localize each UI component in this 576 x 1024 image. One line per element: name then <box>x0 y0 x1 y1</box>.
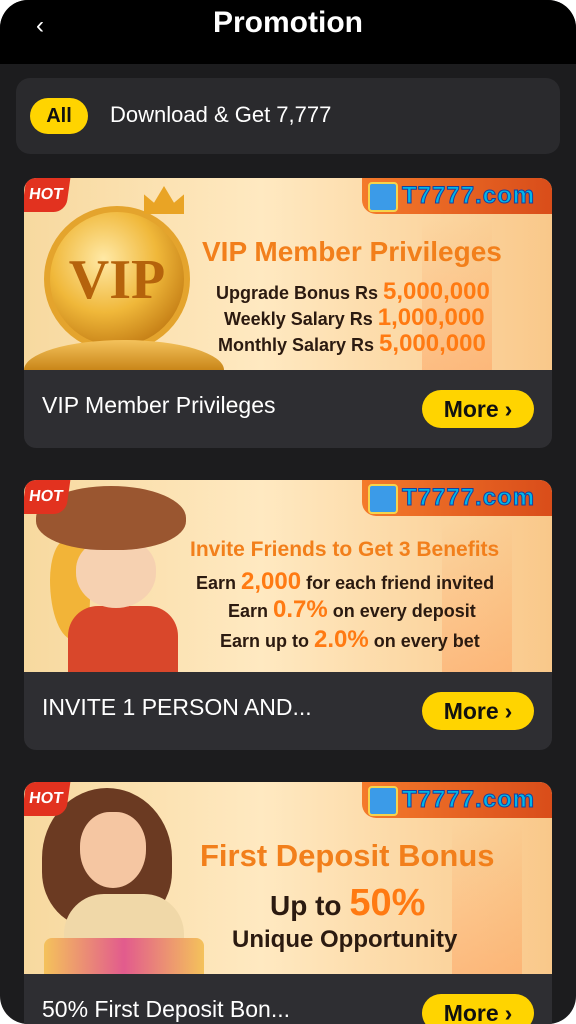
banner-line-2: Unique Opportunity <box>232 926 458 953</box>
promo-title: 50% First Deposit Bon... <box>42 996 290 1022</box>
promo-title: VIP Member Privileges <box>42 392 276 418</box>
gift-icon <box>368 484 398 514</box>
banner-heading: VIP Member Privileges <box>202 236 502 267</box>
banner-line-1: Upgrade Bonus Rs 5,000,000 <box>216 278 490 305</box>
banner-line-2: Earn 0.7% on every deposit <box>228 596 476 623</box>
hot-badge: HOT <box>24 782 71 816</box>
coin-pile-image <box>24 340 224 370</box>
promo-banner-vip[interactable]: VIP HOT T7777.com VIP Member Privileges … <box>24 178 552 370</box>
brand-logo: T7777.com <box>362 782 552 818</box>
brand-logo: T7777.com <box>362 480 552 516</box>
hot-badge: HOT <box>24 480 71 514</box>
banner-line-3: Monthly Salary Rs 5,000,000 <box>218 330 486 357</box>
more-button[interactable]: More › <box>422 692 534 730</box>
vip-coin-image: VIP <box>44 206 190 352</box>
crown-icon <box>144 186 184 214</box>
more-button[interactable]: More › <box>422 994 534 1024</box>
more-button[interactable]: More › <box>422 390 534 428</box>
header-bar: ‹ Promotion <box>0 0 576 64</box>
banner-heading: First Deposit Bonus <box>200 838 495 873</box>
banner-line-1: Up to 50% <box>270 882 426 924</box>
promo-card-invite[interactable]: HOT T7777.com Invite Friends to Get 3 Be… <box>24 480 552 750</box>
gift-icon <box>368 182 398 212</box>
promo-title: INVITE 1 PERSON AND... <box>42 694 312 720</box>
banner-line-1: Earn 2,000 for each friend invited <box>196 568 495 595</box>
gift-boxes-image <box>44 938 204 974</box>
promo-card-vip[interactable]: VIP HOT T7777.com VIP Member Privileges … <box>24 178 552 448</box>
filter-chip-download[interactable]: Download & Get 7,777 <box>110 102 331 128</box>
promotion-screen: ‹ Promotion All Download & Get 7,777 VIP… <box>0 0 576 1024</box>
promo-banner-first-deposit[interactable]: HOT T7777.com First Deposit Bonus Up to … <box>24 782 552 974</box>
page-title: Promotion <box>213 6 363 39</box>
gift-icon <box>368 786 398 816</box>
promo-card-first-deposit[interactable]: HOT T7777.com First Deposit Bonus Up to … <box>24 782 552 1024</box>
banner-heading: Invite Friends to Get 3 Benefits <box>190 538 500 561</box>
chevron-right-icon: › <box>504 697 513 724</box>
banner-line-3: Earn up to 2.0% on every bet <box>220 626 480 653</box>
filter-bar: All Download & Get 7,777 <box>16 78 560 154</box>
promo-banner-invite[interactable]: HOT T7777.com Invite Friends to Get 3 Be… <box>24 480 552 672</box>
chevron-right-icon: › <box>504 395 513 422</box>
brand-logo: T7777.com <box>362 178 552 214</box>
hot-badge: HOT <box>24 178 71 212</box>
banner-line-2: Weekly Salary Rs 1,000,000 <box>224 304 485 331</box>
chevron-right-icon: › <box>504 999 513 1024</box>
filter-chip-all[interactable]: All <box>30 98 88 134</box>
